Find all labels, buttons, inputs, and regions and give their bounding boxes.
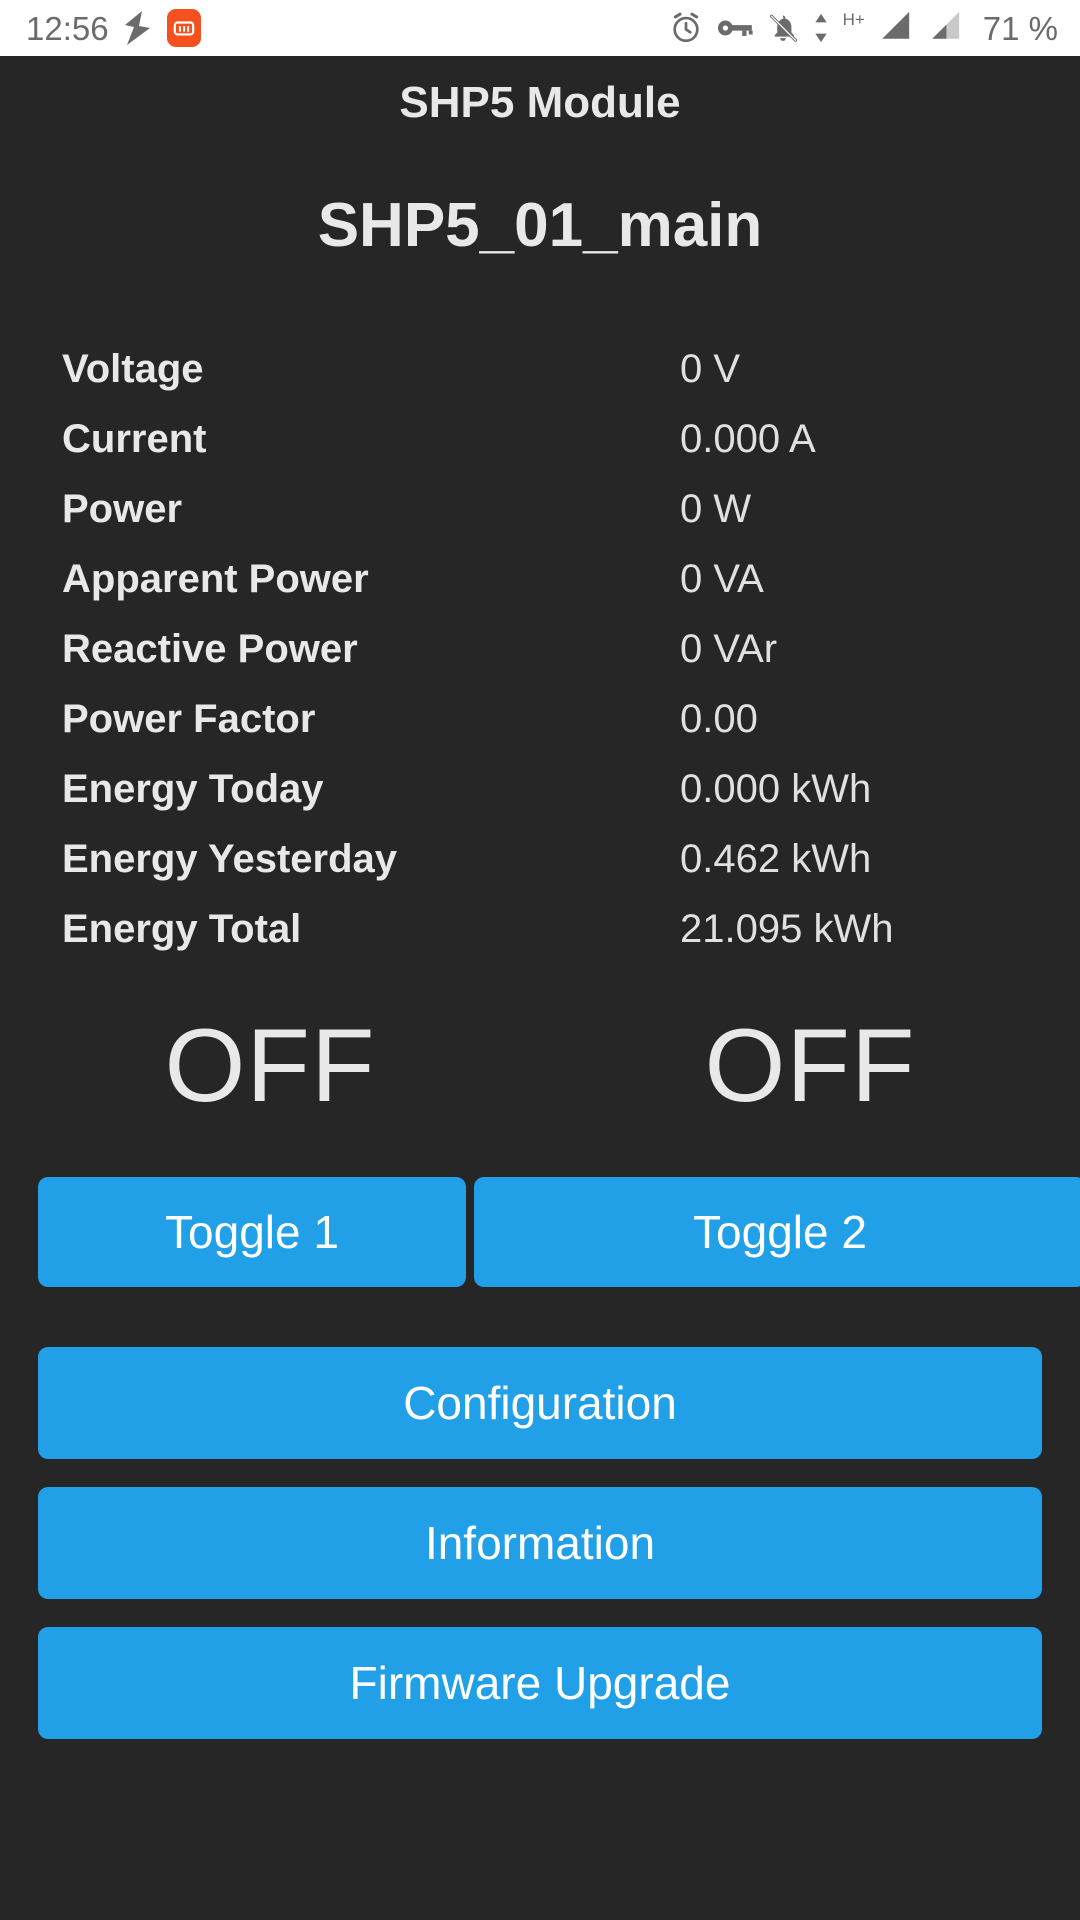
alarm-clock-icon: [669, 11, 703, 45]
toggle-button-row: Toggle 1 Toggle 2: [0, 1177, 1080, 1287]
reading-value: 0.462 kWh: [680, 837, 871, 882]
signal-bars-icon: [877, 9, 913, 48]
reading-label: Power: [62, 487, 680, 532]
device-name: SHP5_01_main: [0, 128, 1080, 261]
app-content: SHP5 Module SHP5_01_main Voltage 0 V Cur…: [0, 56, 1080, 1920]
table-row: Current 0.000 A: [62, 417, 1040, 487]
reading-label: Energy Total: [62, 907, 680, 952]
reading-label: Power Factor: [62, 697, 680, 742]
network-type-label: H+: [843, 11, 865, 28]
table-row: Energy Today 0.000 kWh: [62, 767, 1040, 837]
relay-state-row: OFF OFF: [0, 1001, 1080, 1131]
reading-label: Energy Yesterday: [62, 837, 680, 882]
relay-2-state: OFF: [540, 1001, 1080, 1131]
page-title: SHP5 Module: [0, 56, 1080, 128]
status-bar-left: 12:56: [26, 9, 201, 47]
reading-label: Energy Today: [62, 767, 680, 812]
reading-label: Voltage: [62, 347, 680, 392]
table-row: Apparent Power 0 VA: [62, 557, 1040, 627]
readings-table: Voltage 0 V Current 0.000 A Power 0 W Ap…: [0, 347, 1080, 977]
table-row: Voltage 0 V: [62, 347, 1040, 417]
reading-label: Reactive Power: [62, 627, 680, 672]
toggle-1-button[interactable]: Toggle 1: [38, 1177, 466, 1287]
reading-value: 0 V: [680, 347, 740, 392]
firmware-upgrade-button[interactable]: Firmware Upgrade: [38, 1627, 1042, 1739]
table-row: Power Factor 0.00: [62, 697, 1040, 767]
reading-value: 0 VA: [680, 557, 764, 602]
mi-app-icon: [167, 9, 201, 47]
reading-value: 0.000 kWh: [680, 767, 871, 812]
reading-value: 0 VAr: [680, 627, 777, 672]
information-button[interactable]: Information: [38, 1487, 1042, 1599]
signal-bars-icon: [927, 9, 963, 48]
vpn-key-icon: [717, 15, 753, 41]
status-bar-right: H+ 71 %: [669, 9, 1058, 48]
relay-1-state: OFF: [0, 1001, 540, 1131]
reading-label: Apparent Power: [62, 557, 680, 602]
bell-off-icon: [767, 11, 799, 45]
reading-value: 0 W: [680, 487, 751, 532]
battery-percentage: 71 %: [983, 12, 1058, 45]
reading-label: Current: [62, 417, 680, 462]
lightning-bolt-icon: [125, 11, 151, 45]
table-row: Energy Total 21.095 kWh: [62, 907, 1040, 977]
toggle-2-button[interactable]: Toggle 2: [474, 1177, 1080, 1287]
configuration-button[interactable]: Configuration: [38, 1347, 1042, 1459]
menu-button-stack: Configuration Information Firmware Upgra…: [0, 1347, 1080, 1739]
reading-value: 21.095 kWh: [680, 907, 893, 952]
reading-value: 0.00: [680, 697, 758, 742]
table-row: Power 0 W: [62, 487, 1040, 557]
status-bar: 12:56: [0, 0, 1080, 56]
data-transfer-icon: [813, 11, 829, 45]
table-row: Reactive Power 0 VAr: [62, 627, 1040, 697]
table-row: Energy Yesterday 0.462 kWh: [62, 837, 1040, 907]
status-bar-clock: 12:56: [26, 12, 109, 45]
reading-value: 0.000 A: [680, 417, 816, 462]
